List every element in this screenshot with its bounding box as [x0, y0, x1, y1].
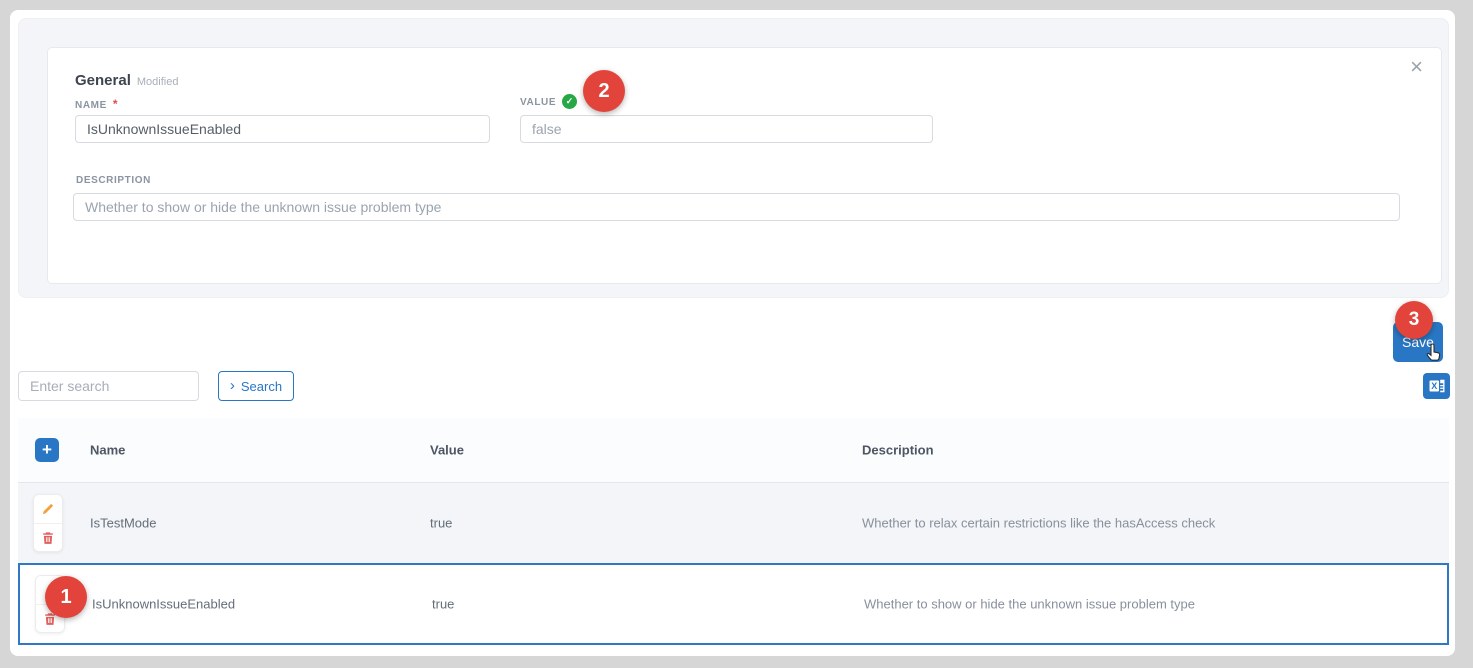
cell-value: true	[432, 597, 454, 612]
search-button-label: Search	[241, 379, 282, 394]
name-field-label: NAME *	[75, 97, 118, 111]
name-label-text: NAME	[75, 100, 107, 111]
annotation-badge-1: 1	[45, 576, 87, 618]
close-icon[interactable]: ×	[1406, 52, 1427, 82]
trash-icon	[41, 531, 55, 545]
header-value: Value	[430, 443, 464, 458]
settings-table: + Name Value Description Is	[18, 418, 1449, 645]
table-row[interactable]: IsTestMode true Whether to relax certain…	[18, 483, 1449, 563]
editor-section: × General Modified NAME * VALUE ✓ DESCRIP…	[18, 18, 1449, 298]
cell-value: true	[430, 516, 452, 531]
row-action-group	[33, 494, 63, 552]
excel-export-button[interactable]: X	[1423, 373, 1450, 399]
value-field-label: VALUE	[520, 97, 556, 108]
valid-check-icon: ✓	[562, 94, 577, 109]
value-field[interactable]	[520, 115, 933, 143]
pencil-icon	[41, 502, 55, 516]
delete-row-button[interactable]	[34, 523, 62, 551]
svg-text:X: X	[1431, 381, 1437, 391]
name-field[interactable]	[75, 115, 490, 143]
card-title-text: General	[75, 72, 131, 89]
description-field-label: DESCRIPTION	[76, 175, 151, 186]
description-field[interactable]	[73, 193, 1400, 221]
edit-row-button[interactable]	[34, 495, 62, 523]
header-description: Description	[862, 443, 934, 458]
add-row-button[interactable]: +	[35, 438, 59, 462]
annotation-badge-2: 2	[583, 70, 625, 112]
required-asterisk-icon: *	[113, 97, 118, 111]
cursor-icon	[1422, 340, 1446, 366]
cell-name: IsTestMode	[90, 516, 156, 531]
annotation-badge-3: 3	[1395, 301, 1433, 339]
editor-card: × General Modified NAME * VALUE ✓ DESCRIP…	[47, 47, 1442, 284]
header-name: Name	[90, 443, 125, 458]
excel-icon: X	[1427, 376, 1447, 396]
modified-badge: Modified	[137, 76, 179, 88]
card-title: General Modified	[75, 72, 178, 89]
cell-description: Whether to relax certain restrictions li…	[862, 516, 1215, 531]
chevron-right-icon: ›	[230, 378, 235, 393]
search-input[interactable]	[18, 371, 199, 401]
search-button[interactable]: › Search	[218, 371, 294, 401]
table-header-row: + Name Value Description	[18, 418, 1449, 483]
main-panel: × General Modified NAME * VALUE ✓ DESCRIP…	[10, 10, 1455, 656]
table-row-selected[interactable]: IsUnknownIssueEnabled true Whether to sh…	[18, 563, 1449, 645]
cell-name: IsUnknownIssueEnabled	[92, 597, 235, 612]
cell-description: Whether to show or hide the unknown issu…	[864, 597, 1195, 612]
